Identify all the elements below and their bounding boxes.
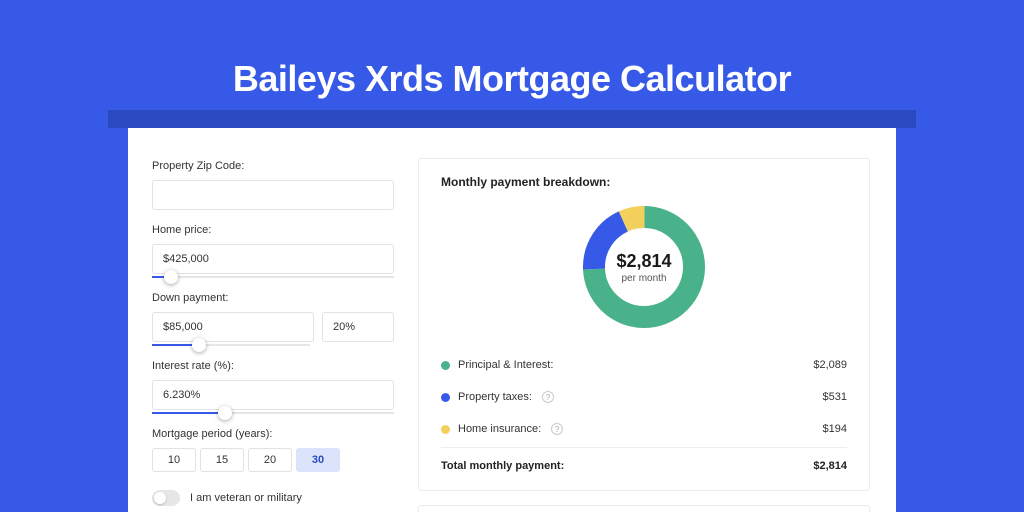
legend-row-principal: Principal & Interest: $2,089 — [441, 349, 847, 381]
down-slider-thumb[interactable] — [192, 338, 206, 352]
period-option-10[interactable]: 10 — [152, 448, 196, 472]
donut-center-amount: $2,814 — [616, 251, 671, 272]
legend-row-insurance: Home insurance: ? $194 — [441, 413, 847, 445]
calculator-card: Property Zip Code: Home price: Down paym… — [128, 128, 896, 512]
breakdown-title: Monthly payment breakdown: — [441, 175, 847, 189]
period-option-15[interactable]: 15 — [200, 448, 244, 472]
period-option-30[interactable]: 30 — [296, 448, 340, 472]
total-value: $2,814 — [813, 460, 847, 472]
down-label: Down payment: — [152, 292, 394, 304]
legend-value: $531 — [823, 391, 847, 403]
info-icon[interactable]: ? — [542, 391, 554, 403]
period-option-20[interactable]: 20 — [248, 448, 292, 472]
period-options: 10 15 20 30 — [152, 448, 394, 472]
total-row: Total monthly payment: $2,814 — [441, 447, 847, 472]
veteran-toggle[interactable] — [152, 490, 180, 506]
legend-row-taxes: Property taxes: ? $531 — [441, 381, 847, 413]
legend-label: Home insurance: — [458, 423, 541, 435]
total-label: Total monthly payment: — [441, 460, 564, 472]
payment-donut-chart: $2,814 per month — [578, 201, 710, 333]
legend-label: Property taxes: — [458, 391, 532, 403]
down-slider[interactable] — [152, 344, 310, 346]
page-background: Baileys Xrds Mortgage Calculator Propert… — [0, 0, 1024, 512]
donut-center-sub: per month — [621, 273, 666, 284]
legend-value: $2,089 — [813, 359, 847, 371]
results-column: Monthly payment breakdown: $2,814 per mo… — [418, 128, 896, 512]
legend-value: $194 — [823, 423, 847, 435]
dot-icon — [441, 425, 450, 434]
price-slider[interactable] — [152, 276, 394, 278]
price-label: Home price: — [152, 224, 394, 236]
dot-icon — [441, 393, 450, 402]
breakdown-panel: Monthly payment breakdown: $2,814 per mo… — [418, 158, 870, 491]
dot-icon — [441, 361, 450, 370]
page-title: Baileys Xrds Mortgage Calculator — [0, 58, 1024, 100]
amortization-panel: Amortization for mortgage loan Amortizat… — [418, 505, 870, 512]
legend-label: Principal & Interest: — [458, 359, 553, 371]
header-ribbon — [108, 110, 916, 128]
rate-label: Interest rate (%): — [152, 360, 394, 372]
rate-input[interactable] — [152, 380, 394, 410]
inputs-column: Property Zip Code: Home price: Down paym… — [128, 128, 418, 512]
price-slider-thumb[interactable] — [164, 270, 178, 284]
zip-label: Property Zip Code: — [152, 160, 394, 172]
rate-slider-thumb[interactable] — [218, 406, 232, 420]
veteran-label: I am veteran or military — [190, 492, 302, 504]
info-icon[interactable]: ? — [551, 423, 563, 435]
price-input[interactable] — [152, 244, 394, 274]
down-pct-input[interactable] — [322, 312, 394, 342]
down-amount-input[interactable] — [152, 312, 314, 342]
zip-input[interactable] — [152, 180, 394, 210]
rate-slider[interactable] — [152, 412, 394, 414]
period-label: Mortgage period (years): — [152, 428, 394, 440]
